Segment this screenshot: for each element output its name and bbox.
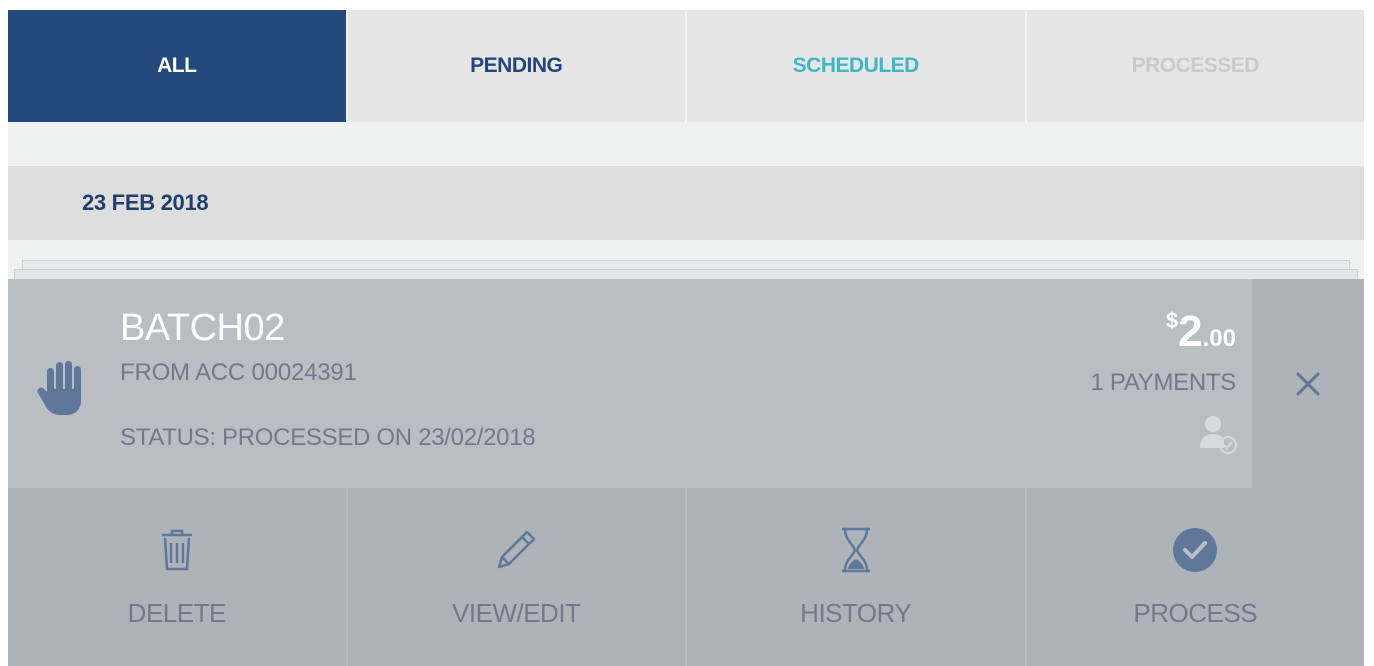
hand-stop-icon xyxy=(37,361,81,415)
hourglass-icon xyxy=(828,522,884,578)
tab-all-label: ALL xyxy=(157,54,197,77)
process-label: PROCESS xyxy=(1133,598,1258,628)
delete-label: DELETE xyxy=(127,598,227,628)
filter-tabs: ALL PENDING SCHEDULED PROCESSED xyxy=(8,10,1364,122)
view-edit-button[interactable]: VIEW/EDIT xyxy=(345,488,685,666)
view-edit-label: VIEW/EDIT xyxy=(452,598,581,628)
batch-card-summary[interactable]: BATCH02 FROM ACC 00024391 STATUS: PROCES… xyxy=(8,279,1252,488)
history-label: HISTORY xyxy=(800,598,912,628)
amount-minor: .00 xyxy=(1202,325,1236,352)
user-approved-icon xyxy=(1200,416,1237,454)
delete-button[interactable]: DELETE xyxy=(8,488,346,666)
tab-processed[interactable]: PROCESSED xyxy=(1024,10,1364,122)
batch-name: BATCH02 xyxy=(120,307,285,349)
batch-amount: $2.00 xyxy=(1166,307,1236,357)
close-icon xyxy=(1296,372,1320,395)
check-circle-icon xyxy=(1167,522,1223,578)
date-header: 23 FEB 2018 xyxy=(8,166,1364,240)
batch-panel: ALL PENDING SCHEDULED PROCESSED 23 FEB 2… xyxy=(8,10,1364,666)
batch-card: BATCH02 FROM ACC 00024391 STATUS: PROCES… xyxy=(8,279,1364,666)
from-account: FROM ACC 00024391 xyxy=(120,359,357,386)
date-header-text: 23 FEB 2018 xyxy=(82,190,209,215)
process-button[interactable]: PROCESS xyxy=(1024,488,1364,666)
tab-pending[interactable]: PENDING xyxy=(345,10,685,122)
tab-pending-label: PENDING xyxy=(470,54,563,77)
tab-scheduled[interactable]: SCHEDULED xyxy=(685,10,1025,122)
amount-currency: $ xyxy=(1165,308,1179,333)
tab-processed-label: PROCESSED xyxy=(1131,54,1260,77)
history-button[interactable]: HISTORY xyxy=(685,488,1025,666)
pencil-icon xyxy=(488,522,544,578)
tab-scheduled-label: SCHEDULED xyxy=(792,54,920,77)
amount-major: 2 xyxy=(1178,307,1203,356)
batch-actions: DELETE VIEW/EDIT HISTORY PROCESS xyxy=(8,488,1364,666)
payments-count: 1 PAYMENTS xyxy=(1090,369,1237,396)
tab-all[interactable]: ALL xyxy=(8,10,346,122)
trash-icon xyxy=(149,522,205,578)
batch-status: STATUS: PROCESSED ON 23/02/2018 xyxy=(120,424,536,451)
close-button[interactable] xyxy=(1252,279,1364,488)
